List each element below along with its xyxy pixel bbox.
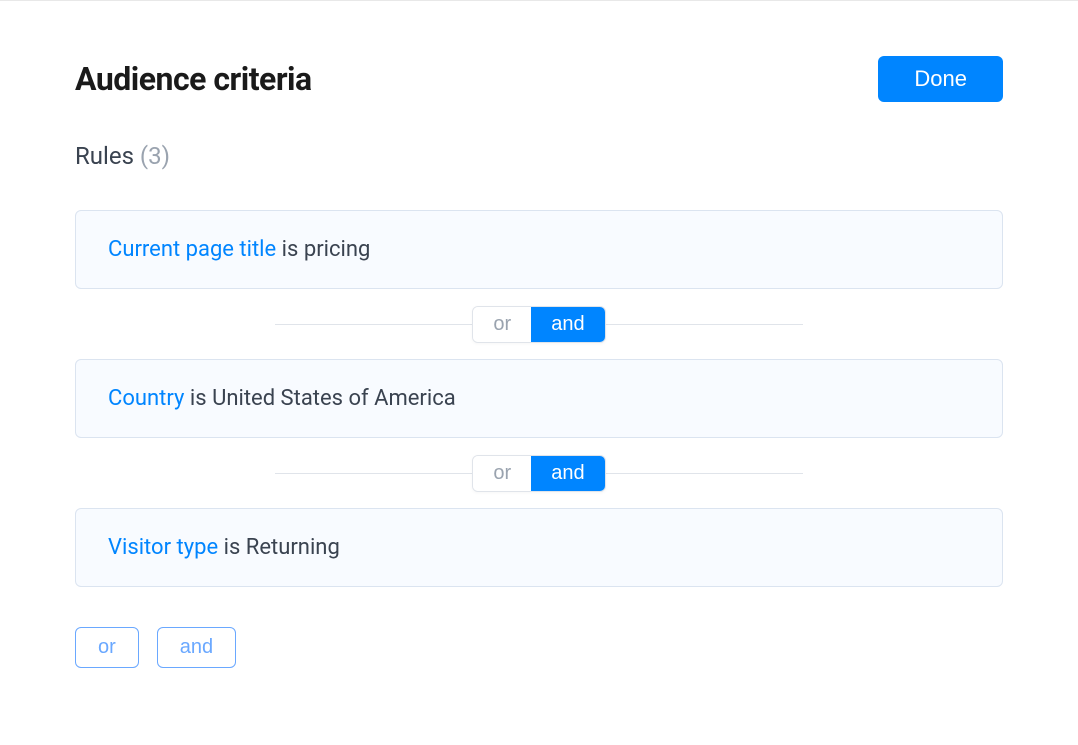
rules-label: Rules: [75, 142, 134, 170]
rule-operator: is: [282, 237, 299, 262]
rule-card[interactable]: Country is United States of America: [75, 359, 1003, 438]
rules-count: (3): [140, 142, 170, 170]
add-rule-actions: or and: [75, 627, 1003, 668]
connector-pill: or and: [472, 306, 605, 343]
rule-attribute: Visitor type: [108, 535, 218, 560]
connector-row: or and: [75, 289, 1003, 359]
rule-value: Returning: [246, 535, 340, 560]
add-and-button[interactable]: and: [157, 627, 236, 668]
connector-row: or and: [75, 438, 1003, 508]
connector-or-option[interactable]: or: [473, 456, 531, 491]
rule-operator: is: [190, 386, 207, 411]
connector-pill: or and: [472, 455, 605, 492]
rule-card[interactable]: Current page title is pricing: [75, 210, 1003, 289]
rule-operator: is: [224, 535, 241, 560]
connector-and-option[interactable]: and: [531, 456, 604, 491]
rules-heading: Rules (3): [75, 142, 1003, 170]
done-button[interactable]: Done: [878, 56, 1003, 102]
add-or-button[interactable]: or: [75, 627, 139, 668]
rule-value: pricing: [304, 237, 371, 262]
rule-attribute: Current page title: [108, 237, 276, 262]
page-title: Audience criteria: [75, 60, 312, 98]
rule-card[interactable]: Visitor type is Returning: [75, 508, 1003, 587]
rule-value: United States of America: [212, 386, 456, 411]
connector-or-option[interactable]: or: [473, 307, 531, 342]
rule-attribute: Country: [108, 386, 184, 411]
connector-and-option[interactable]: and: [531, 307, 604, 342]
